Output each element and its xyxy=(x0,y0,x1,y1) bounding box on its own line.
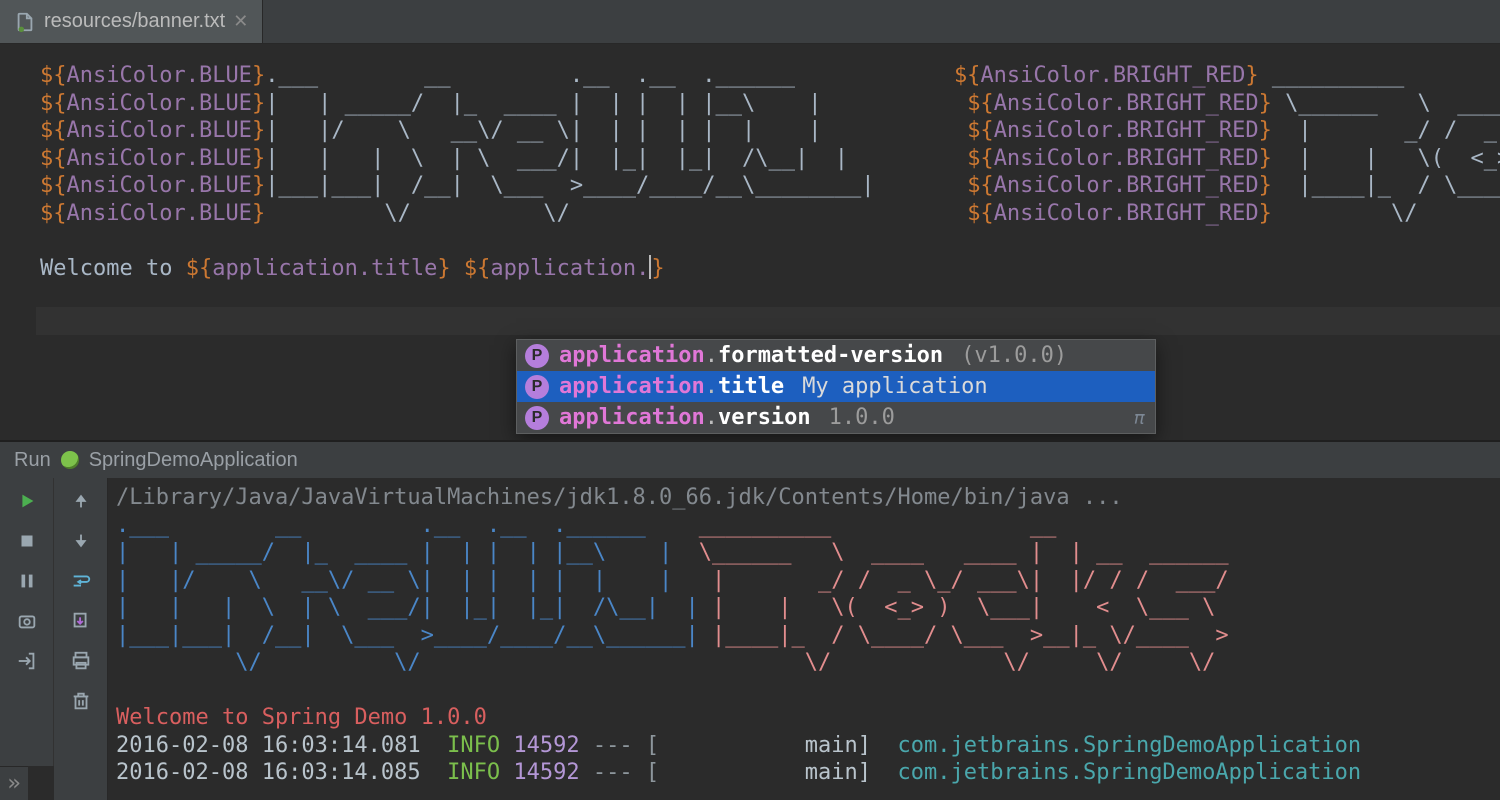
scroll-down-icon[interactable] xyxy=(68,528,94,554)
tab-filename: resources/banner.txt xyxy=(44,10,225,33)
completion-item[interactable]: Papplication.formatted-version(v1.0.0) xyxy=(517,340,1155,371)
spring-boot-icon xyxy=(61,451,79,469)
run-label: Run xyxy=(14,449,51,472)
stop-icon[interactable] xyxy=(14,528,40,554)
dump-threads-icon[interactable] xyxy=(14,608,40,634)
run-actions-right xyxy=(54,478,108,800)
property-badge-icon: P xyxy=(525,406,549,430)
exit-icon[interactable] xyxy=(14,648,40,674)
expand-chevron-icon[interactable]: » xyxy=(0,766,28,800)
tab-banner-txt[interactable]: resources/banner.txt ✕ xyxy=(0,0,263,43)
completion-popup: Papplication.formatted-version(v1.0.0)Pa… xyxy=(516,339,1156,434)
rerun-icon[interactable] xyxy=(14,488,40,514)
run-config-name: SpringDemoApplication xyxy=(89,449,298,472)
code-editor[interactable]: ${AnsiColor.BLUE}.___ __ .__ .__ .______… xyxy=(0,44,1500,282)
pi-indicator-icon: π xyxy=(1134,408,1145,429)
property-badge-icon: P xyxy=(525,344,549,368)
tab-close-icon[interactable]: ✕ xyxy=(233,11,248,32)
editor-area[interactable]: ${AnsiColor.BLUE}.___ __ .__ .__ .______… xyxy=(0,44,1500,440)
run-body: » /Library/Java/JavaVirtualMachines/jdk1… xyxy=(0,478,1500,800)
completion-item[interactable]: Papplication.titleMy application xyxy=(517,371,1155,402)
soft-wrap-icon[interactable] xyxy=(68,568,94,594)
clear-icon[interactable] xyxy=(68,688,94,714)
text-file-icon xyxy=(14,11,36,33)
pause-icon[interactable] xyxy=(14,568,40,594)
scroll-to-end-icon[interactable] xyxy=(68,608,94,634)
run-tool-window: Run SpringDemoApplication » /Library/Jav… xyxy=(0,440,1500,800)
print-icon[interactable] xyxy=(68,648,94,674)
completion-item[interactable]: Papplication.version1.0.0 xyxy=(517,402,1155,433)
editor-tab-bar: resources/banner.txt ✕ xyxy=(0,0,1500,44)
console-output[interactable]: /Library/Java/JavaVirtualMachines/jdk1.8… xyxy=(108,478,1500,800)
property-badge-icon: P xyxy=(525,375,549,399)
current-line-highlight xyxy=(36,307,1500,335)
scroll-up-icon[interactable] xyxy=(68,488,94,514)
run-header[interactable]: Run SpringDemoApplication xyxy=(0,442,1500,478)
run-actions-left xyxy=(0,478,54,766)
